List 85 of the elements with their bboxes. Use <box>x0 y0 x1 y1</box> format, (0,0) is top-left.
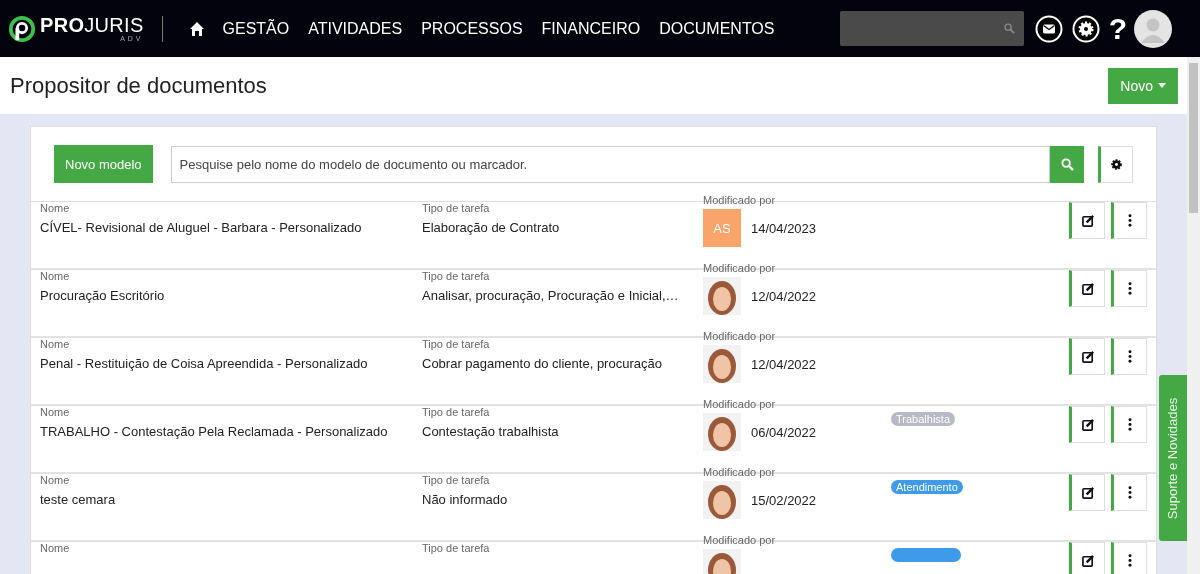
kebab-menu-icon <box>1128 554 1132 567</box>
modified-by-label: Modificado por <box>703 398 777 410</box>
modified-by-label: Modificado por <box>703 330 777 342</box>
avatar-placeholder <box>703 413 741 451</box>
modified-date: 12/04/2022 <box>751 356 817 372</box>
avatar-placeholder <box>703 277 741 315</box>
global-search-field[interactable] <box>839 11 1024 46</box>
caret-icon <box>1158 83 1166 88</box>
name-label: Nome <box>40 202 71 214</box>
avatar-placeholder <box>703 345 741 383</box>
name-label: Nome <box>40 406 71 418</box>
task-type: Não informado <box>422 492 509 507</box>
edit-button[interactable] <box>1069 406 1105 443</box>
modified-by-label: Modificado por <box>703 466 777 478</box>
search-icon <box>1060 157 1074 171</box>
kebab-menu-icon <box>1128 486 1132 499</box>
user-initials-avatar: AS <box>703 209 741 247</box>
task-type: Cobrar pagamento do cliente, procuração <box>422 356 663 371</box>
more-options-button[interactable] <box>1111 542 1147 574</box>
edit-button[interactable] <box>1069 542 1105 574</box>
more-options-button[interactable] <box>1111 474 1147 511</box>
name-label: Nome <box>40 270 71 282</box>
home-icon[interactable] <box>188 20 205 37</box>
edit-icon <box>1081 486 1095 499</box>
modified-date: 06/04/2022 <box>751 424 817 440</box>
settings-button[interactable] <box>1098 145 1133 183</box>
page-title: Propositor de documentos <box>10 72 267 99</box>
task-type: Analisar, procuração, Procuração e Inicial,… <box>422 288 680 303</box>
modified-by-label: Modificado por <box>703 262 777 274</box>
search-button[interactable] <box>1050 145 1084 183</box>
edit-icon <box>1081 418 1095 431</box>
more-options-button[interactable] <box>1111 270 1147 307</box>
nav-link[interactable]: GESTÃO <box>222 19 290 38</box>
edit-button[interactable] <box>1069 474 1105 511</box>
help-button[interactable]: ? <box>1108 11 1127 46</box>
edit-icon <box>1081 282 1095 295</box>
edit-button[interactable] <box>1069 270 1105 307</box>
kebab-menu-icon <box>1128 418 1132 431</box>
task-type-label: Tipo de tarefa <box>422 338 491 350</box>
edit-icon <box>1081 214 1095 227</box>
document-name: Procuração Escritório <box>40 288 166 303</box>
name-label: Nome <box>40 542 71 554</box>
name-label: Nome <box>40 474 71 486</box>
logo-wordmark: PROJURIS <box>40 15 144 35</box>
category-tag: Trabalhista <box>891 412 955 426</box>
search-field[interactable]: Pesquise pelo nome do modelo de documento ou marcador. <box>170 145 1050 183</box>
task-type: Elaboração de Contrato <box>422 220 561 235</box>
nav-link[interactable]: PROCESSOS <box>421 19 523 38</box>
search-icon <box>1003 23 1015 34</box>
kebab-menu-icon <box>1128 214 1132 227</box>
modified-by-label: Modificado por <box>703 194 777 206</box>
avatar-placeholder <box>703 481 741 519</box>
task-type-label: Tipo de tarefa <box>422 474 491 486</box>
settings-icon[interactable] <box>1071 14 1100 43</box>
nav-link[interactable]: ATIVIDADES <box>308 19 403 38</box>
task-type-label: Tipo de tarefa <box>422 542 491 554</box>
task-type-label: Tipo de tarefa <box>422 270 491 282</box>
edit-icon <box>1081 350 1095 363</box>
name-label: Nome <box>40 338 71 350</box>
document-name: teste cemara <box>40 492 117 507</box>
document-name: CÍVEL- Revisional de Aluguel - Barbara - Personalizado <box>40 220 363 235</box>
task-type: Contestação trabalhista <box>422 424 560 439</box>
edit-button[interactable] <box>1069 338 1105 375</box>
more-options-button[interactable] <box>1111 406 1147 443</box>
edit-icon <box>1081 554 1095 567</box>
edit-button[interactable] <box>1069 202 1105 239</box>
logo-icon <box>8 14 36 43</box>
modified-date: 12/04/2022 <box>751 288 817 304</box>
modified-by-label: Modificado por <box>703 534 777 546</box>
kebab-menu-icon <box>1128 350 1132 363</box>
more-options-button[interactable] <box>1111 202 1147 239</box>
modified-date: 14/04/2023 <box>751 220 817 236</box>
document-name: TRABALHO - Contestação Pela Reclamada - Personalizado <box>40 424 389 439</box>
task-type-label: Tipo de tarefa <box>422 202 491 214</box>
category-tag: Atendimento <box>891 480 963 494</box>
nav-link[interactable]: FINANCEIRO <box>541 19 641 38</box>
modified-date: 15/02/2022 <box>751 492 817 508</box>
kebab-menu-icon <box>1128 282 1132 295</box>
task-type-label: Tipo de tarefa <box>422 406 491 418</box>
user-avatar-icon[interactable] <box>1134 9 1172 48</box>
document-name: Penal - Restituição de Coisa Apreendida - Personalizado <box>40 356 369 371</box>
mail-icon[interactable] <box>1034 14 1063 43</box>
settings-icon <box>1110 157 1123 171</box>
nav-link[interactable]: DOCUMENTOS <box>659 19 775 38</box>
more-options-button[interactable] <box>1111 338 1147 375</box>
